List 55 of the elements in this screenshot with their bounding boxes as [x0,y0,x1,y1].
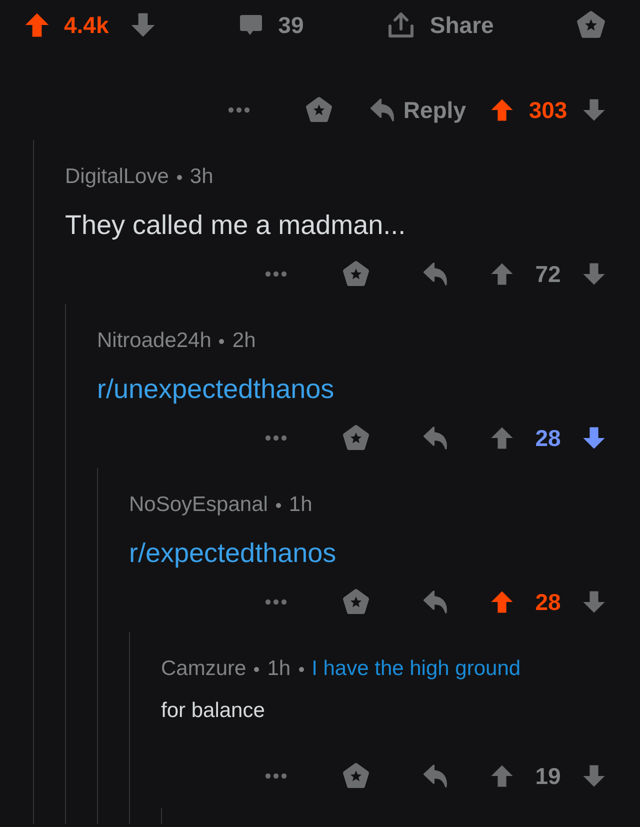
vote-count: 72 [534,260,562,288]
separator-dot [176,174,182,180]
downvote-icon[interactable] [582,590,606,614]
vote-count: 19 [534,762,562,790]
comment-author[interactable]: DigitalLove [65,165,169,189]
subreddit-link[interactable]: r/unexpectedthanos [97,372,640,406]
subreddit-link[interactable]: r/expectedthanos [129,536,640,570]
upvote-icon[interactable] [490,426,514,450]
post-score: 4.4k [64,12,110,38]
vote-count: 28 [534,588,562,616]
award-icon[interactable] [576,10,606,40]
upvote-icon[interactable] [24,12,50,38]
award-icon[interactable] [342,424,370,452]
reply-icon[interactable] [422,762,450,790]
separator-dot [254,666,260,672]
comment-count: 39 [278,12,304,38]
comment-age: 1h [267,657,291,681]
downvote-icon[interactable] [582,426,606,450]
reply-button[interactable]: Reply [359,96,476,124]
upvote-icon[interactable] [490,590,514,614]
reply-icon[interactable] [422,588,450,616]
separator-dot [219,338,224,344]
user-flair: I have the high ground [312,657,521,681]
reply-icon[interactable] [422,424,450,452]
comment-age: 3h [190,165,214,189]
downvote-icon[interactable] [582,98,606,122]
comment-age: 1h [288,493,312,517]
more-options-icon[interactable] [264,598,288,606]
upvote-icon[interactable] [490,98,514,122]
downvote-icon[interactable] [130,12,156,38]
comment-age: 2h [232,329,256,353]
award-icon[interactable] [342,588,370,616]
comment-author[interactable]: Nitroade24h [97,329,212,353]
vote-count: 303 [528,96,568,124]
vote-count: 28 [534,424,562,452]
downvote-icon[interactable] [582,764,606,788]
more-options-icon[interactable] [264,772,288,780]
comment-text: for balance [161,698,266,724]
downvote-icon[interactable] [582,262,606,286]
comment-author[interactable]: Camzure [161,657,246,681]
award-icon[interactable] [342,260,370,288]
share-icon[interactable] [386,10,416,40]
separator-dot [298,666,304,672]
share-button[interactable]: Share [386,10,494,40]
reply-icon[interactable] [422,260,450,288]
comment-author[interactable]: NoSoyEspanal [129,493,268,517]
more-options-icon[interactable] [264,270,288,278]
separator-dot [276,502,281,508]
award-icon[interactable] [342,762,370,790]
upvote-icon[interactable] [490,262,514,286]
more-options-icon[interactable] [227,106,252,114]
more-options-icon[interactable] [264,434,288,442]
upvote-icon[interactable] [490,764,514,788]
comment-text: They called me a madman... [65,209,407,242]
award-icon[interactable] [305,96,334,124]
